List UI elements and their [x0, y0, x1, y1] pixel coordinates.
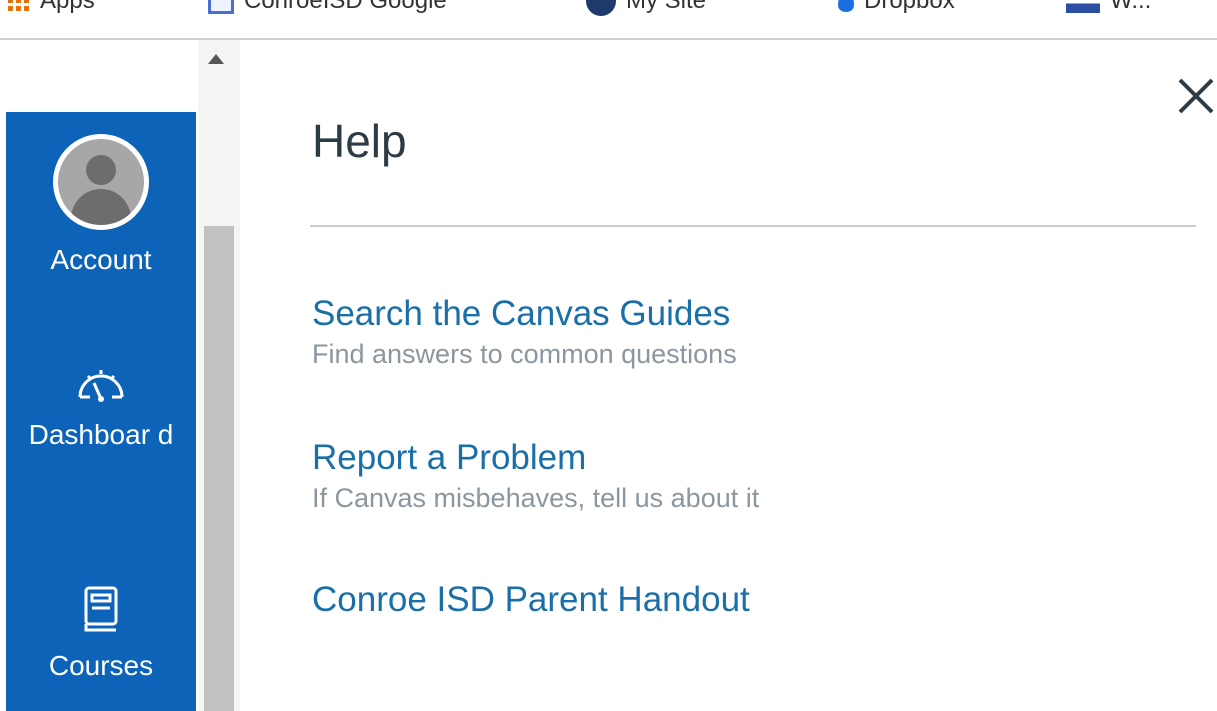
report-problem-description: If Canvas misbehaves, tell us about it: [312, 483, 760, 513]
nav-label-courses: Courses: [48, 650, 154, 681]
search-canvas-guides-link[interactable]: Search the Canvas Guides: [312, 292, 737, 336]
flag-icon: [1066, 0, 1100, 13]
help-item-parent-handout: Conroe ISD Parent Handout: [312, 578, 750, 622]
bookmark-label: Dropbox: [864, 0, 955, 14]
bookmarks-bar: Apps ConroeISD Google My Site Dropbox W.…: [0, 0, 1217, 40]
bookmark-label: Apps: [40, 0, 95, 14]
help-item-search-guides: Search the Canvas Guides Find answers to…: [312, 292, 737, 372]
close-icon[interactable]: [1172, 72, 1217, 120]
scroll-thumb[interactable]: [204, 226, 234, 711]
divider: [310, 225, 1196, 227]
report-problem-link[interactable]: Report a Problem: [312, 436, 759, 480]
nav-item-account[interactable]: Account: [6, 134, 196, 282]
nav-scrollbar[interactable]: [198, 40, 240, 711]
help-title: Help: [312, 115, 407, 167]
bookmark-dropbox[interactable]: Dropbox: [838, 0, 955, 16]
nav-item-courses[interactable]: Courses: [6, 582, 196, 688]
dropbox-icon: [838, 0, 854, 12]
global-navigation: Account Dashboar d Courses: [6, 112, 196, 711]
bookmark-label: My Site: [626, 0, 707, 14]
nav-label-dashboard: Dashboar d: [28, 419, 174, 450]
bookmark-page-icon: [208, 0, 234, 14]
help-tray: Help Search the Canvas Guides Find answe…: [240, 40, 1217, 711]
courses-book-icon: [84, 586, 118, 632]
bookmark-apps[interactable]: Apps: [8, 0, 95, 16]
scroll-up-arrow-icon[interactable]: [208, 54, 224, 64]
dashboard-icon: [78, 370, 124, 402]
nav-item-dashboard[interactable]: Dashboar d: [6, 357, 196, 455]
bookmark-label: W...: [1110, 0, 1152, 14]
apps-grid-icon: [8, 0, 30, 12]
bookmark-label: ConroeISD Google: [244, 0, 447, 14]
help-item-report-problem: Report a Problem If Canvas misbehaves, t…: [312, 436, 759, 516]
bookmark-conroeisd-google[interactable]: ConroeISD Google: [208, 0, 447, 16]
circle-logo-icon: [586, 0, 616, 16]
avatar-icon: [53, 134, 149, 230]
nav-label-account: Account: [50, 244, 152, 275]
bookmark-my-site[interactable]: My Site: [586, 0, 706, 16]
search-canvas-guides-description: Find answers to common questions: [312, 339, 737, 369]
bookmark-flag[interactable]: W...: [1066, 0, 1151, 16]
parent-handout-link[interactable]: Conroe ISD Parent Handout: [312, 578, 750, 622]
